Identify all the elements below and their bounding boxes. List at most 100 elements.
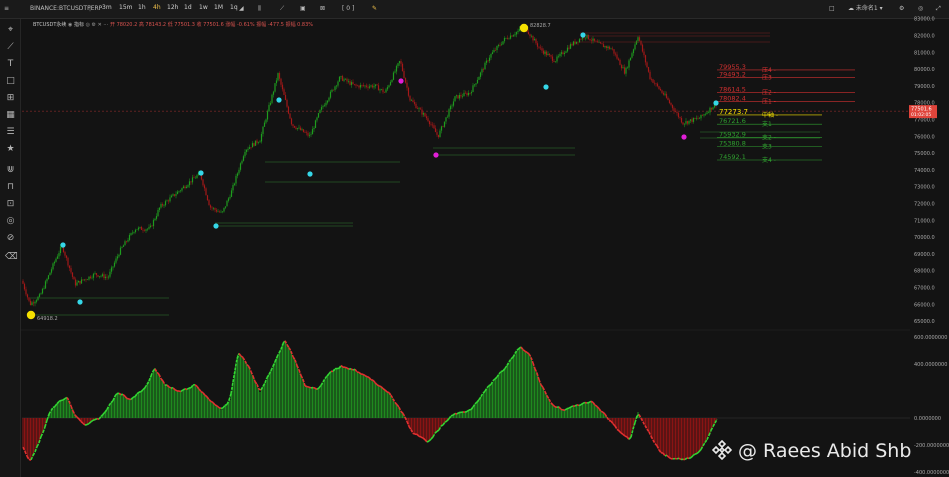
candle-body [658, 86, 660, 89]
candle-body [304, 132, 306, 133]
candle-body [232, 184, 234, 191]
candle-body [401, 63, 404, 72]
candle-body [595, 40, 597, 42]
signal-segment [386, 391, 390, 394]
candle-body [400, 61, 402, 64]
signal-segment [92, 418, 96, 422]
price-axis-label: 74000.0 [914, 168, 935, 174]
signal-segment [180, 389, 184, 393]
candle-body [287, 106, 290, 114]
candle-body [158, 207, 161, 211]
price-axis-label: 73000.0 [914, 185, 935, 191]
candle-body [587, 34, 590, 40]
candle-body [242, 156, 245, 161]
candle-body [58, 253, 60, 257]
candle-body [548, 54, 551, 56]
candle-body [388, 85, 390, 88]
candle-body [391, 79, 393, 83]
candle-body [25, 289, 27, 295]
candle-body [266, 111, 269, 120]
candle-body [308, 134, 311, 136]
candle-body [398, 61, 401, 64]
signal-segment [276, 352, 280, 358]
candle-body [694, 117, 696, 119]
legend-more-icon[interactable]: ⋯ [103, 22, 110, 28]
candle-body [110, 267, 113, 272]
candle-body [260, 133, 263, 142]
candle-body [334, 86, 336, 91]
candle-body [424, 113, 426, 117]
signal-segment [42, 426, 46, 433]
candle-body [361, 85, 363, 86]
candle-body [302, 129, 305, 133]
candle-body [155, 216, 158, 219]
signal-segment [304, 385, 308, 388]
candle-body [310, 134, 312, 135]
candle-body [410, 100, 413, 101]
candle-body [46, 279, 48, 282]
candle-body [163, 205, 165, 206]
swing-marker-cyan [543, 84, 549, 90]
signal-segment [376, 384, 380, 387]
pivot-label: 支4 - [762, 156, 776, 164]
candle-body [418, 108, 420, 110]
candle-body [326, 100, 329, 103]
signal-segment [648, 431, 652, 437]
candle-body [140, 226, 143, 230]
candle-body [632, 49, 635, 54]
candle-body [395, 66, 398, 72]
signal-segment [132, 395, 136, 399]
price-chart[interactable]: 83000.082000.081000.080000.079000.078000… [0, 0, 949, 477]
candle-body [370, 85, 372, 87]
signal-segment [306, 385, 310, 388]
indicator-axis-label: 600.0000000 [914, 335, 947, 341]
pivot-value: 75932.9 [719, 130, 746, 138]
candle-body [598, 42, 600, 43]
candle-body [383, 92, 386, 93]
candle-body [481, 69, 483, 73]
candle-body [535, 39, 537, 44]
pivot-label: 支1 - [762, 120, 776, 128]
candle-body [643, 51, 645, 56]
candle-body [653, 82, 656, 84]
candle-body [479, 72, 482, 77]
candle-body [389, 82, 392, 86]
signal-segment [630, 429, 634, 438]
candle-body [541, 48, 543, 51]
candle-body [578, 39, 581, 43]
price-axis-label: 65000.0 [914, 319, 935, 325]
candle-body [317, 113, 320, 118]
candle-body [416, 108, 419, 109]
candle-body [709, 107, 711, 113]
signal-segment [218, 406, 222, 410]
signal-segment [420, 436, 424, 439]
candle-body [223, 207, 225, 212]
signal-segment [48, 410, 52, 415]
candle-body [440, 126, 443, 131]
candle-body [635, 41, 638, 45]
signal-segment [270, 366, 274, 371]
candle-body [185, 186, 188, 189]
price-axis-label: 77000.0 [914, 118, 935, 124]
candle-body [161, 204, 164, 206]
candle-body [245, 149, 248, 152]
candle-body [172, 194, 174, 196]
candle-body [607, 46, 609, 49]
candle-body [203, 185, 206, 189]
candle-body [592, 38, 594, 41]
candle-body [355, 84, 357, 86]
candle-body [100, 275, 102, 277]
candle-body [536, 43, 539, 47]
candle-body [710, 107, 713, 110]
candle-body [182, 186, 185, 189]
signal-segment [150, 370, 154, 377]
signal-segment [524, 350, 528, 354]
candle-body [170, 195, 173, 198]
candle-body [184, 186, 186, 189]
signal-segment [228, 393, 232, 401]
signal-segment [198, 388, 202, 393]
candle-body [625, 67, 627, 74]
signal-segment [708, 430, 712, 436]
signal-segment [24, 451, 28, 457]
candle-body [253, 143, 255, 146]
